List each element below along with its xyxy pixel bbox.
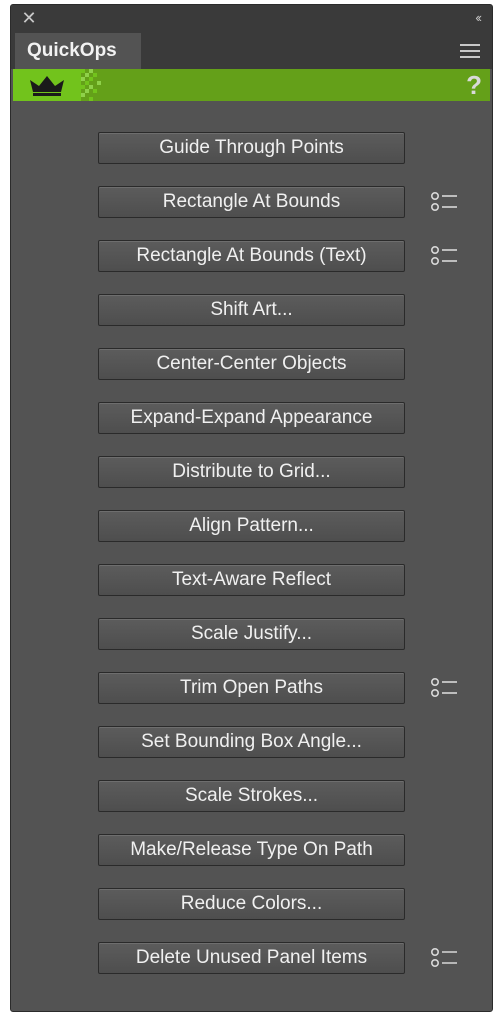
op-button[interactable]: Rectangle At Bounds (Text) xyxy=(98,240,405,272)
op-button[interactable]: Align Pattern... xyxy=(98,510,405,542)
op-button[interactable]: Make/Release Type On Path xyxy=(98,834,405,866)
help-icon[interactable]: ? xyxy=(466,69,482,101)
op-button[interactable]: Rectangle At Bounds xyxy=(98,186,405,218)
collapse-icon[interactable]: ‹‹ xyxy=(475,10,482,25)
op-button[interactable]: Text-Aware Reflect xyxy=(98,564,405,596)
menu-icon[interactable] xyxy=(460,44,480,58)
crown-box xyxy=(13,69,81,101)
op-button[interactable]: Center-Center Objects xyxy=(98,348,405,380)
options-list-icon[interactable] xyxy=(430,191,458,213)
tab-quickops[interactable]: QuickOps xyxy=(15,33,141,69)
options-list-icon[interactable] xyxy=(430,677,458,699)
op-button[interactable]: Shift Art... xyxy=(98,294,405,326)
quickops-panel: ✕ ‹‹ QuickOps ? Guide Through Points Rect… xyxy=(10,4,493,1012)
options-list-icon[interactable] xyxy=(430,947,458,969)
panel-titlebar: ✕ ‹‹ xyxy=(11,5,492,33)
op-button[interactable]: Reduce Colors... xyxy=(98,888,405,920)
op-button[interactable]: Scale Strokes... xyxy=(98,780,405,812)
panel-tabbar: QuickOps xyxy=(11,33,492,69)
op-button[interactable]: Trim Open Paths xyxy=(98,672,405,704)
close-icon[interactable]: ✕ xyxy=(21,9,37,27)
op-button[interactable]: Guide Through Points xyxy=(98,132,405,164)
op-button[interactable]: Set Bounding Box Angle... xyxy=(98,726,405,758)
brand-bar: ? xyxy=(13,69,490,101)
op-button[interactable]: Delete Unused Panel Items xyxy=(98,942,405,974)
options-list-icon[interactable] xyxy=(430,245,458,267)
pixel-pattern-icon xyxy=(81,69,101,101)
crown-icon xyxy=(30,76,64,96)
op-button[interactable]: Scale Justify... xyxy=(98,618,405,650)
op-button[interactable]: Expand-Expand Appearance xyxy=(98,402,405,434)
op-button[interactable]: Distribute to Grid... xyxy=(98,456,405,488)
